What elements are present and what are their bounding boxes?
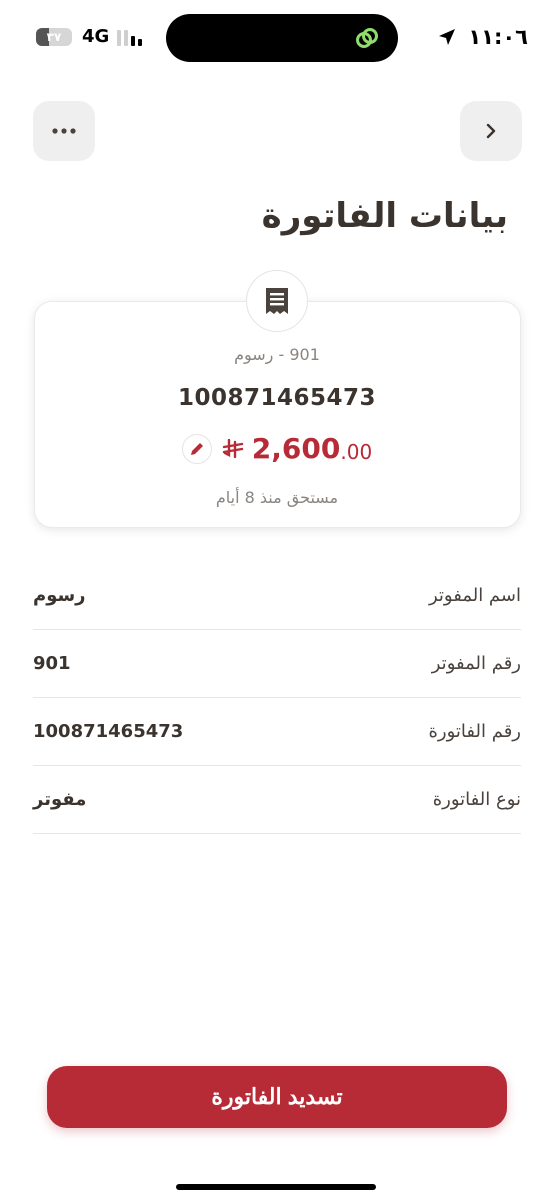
more-dots-icon [52, 128, 76, 134]
detail-row-biller-number: 901 رقم المفوتر [33, 630, 521, 698]
detail-value: 100871465473 [33, 721, 184, 742]
status-bar: ٣٧ 4G ١١:٠٦ [0, 0, 554, 78]
cellular-signal-icon [117, 30, 145, 46]
detail-label: اسم المفوتر [428, 585, 521, 606]
biller-subtitle: 901 - رسوم [234, 345, 320, 364]
home-indicator [176, 1184, 376, 1190]
battery-indicator: ٣٧ [36, 28, 72, 46]
amount-decimal: .00 [340, 439, 373, 464]
amount-row: 2,600 .00 [0, 432, 554, 465]
battery-label: ٣٧ [46, 30, 62, 44]
detail-value: مفوتر [33, 789, 87, 810]
network-type: 4G [82, 26, 110, 47]
bill-number: 100871465473 [177, 385, 377, 411]
receipt-icon [266, 288, 288, 314]
status-time: ١١:٠٦ [468, 25, 528, 49]
detail-label: رقم المفوتر [431, 653, 521, 674]
pencil-icon [190, 442, 203, 455]
detail-value: 901 [33, 653, 71, 674]
pay-bill-button[interactable]: تسديد الفاتورة [47, 1066, 507, 1128]
dynamic-island [166, 14, 398, 62]
bill-details-list: رسوم اسم المفوتر 901 رقم المفوتر 1008714… [33, 562, 521, 834]
chevron-right-icon [486, 123, 496, 139]
amount-value: 2,600 [251, 432, 341, 465]
due-status: مستحق منذ 8 أيام [215, 488, 339, 507]
detail-label: نوع الفاتورة [432, 789, 521, 810]
detail-row-bill-number: 100871465473 رقم الفاتورة [33, 698, 521, 766]
location-arrow-icon [439, 29, 455, 45]
more-options-button[interactable] [33, 101, 95, 161]
detail-row-biller-name: رسوم اسم المفوتر [33, 562, 521, 630]
riyal-currency-icon [222, 438, 243, 458]
receipt-badge [246, 270, 308, 332]
detail-value: رسوم [33, 585, 86, 606]
edit-amount-button[interactable] [181, 433, 212, 464]
link-app-icon [356, 28, 378, 48]
detail-label: رقم الفاتورة [428, 721, 521, 742]
detail-row-bill-type: مفوتر نوع الفاتورة [33, 766, 521, 834]
page-title: بيانات الفاتورة [261, 196, 508, 236]
back-button[interactable] [460, 101, 522, 161]
